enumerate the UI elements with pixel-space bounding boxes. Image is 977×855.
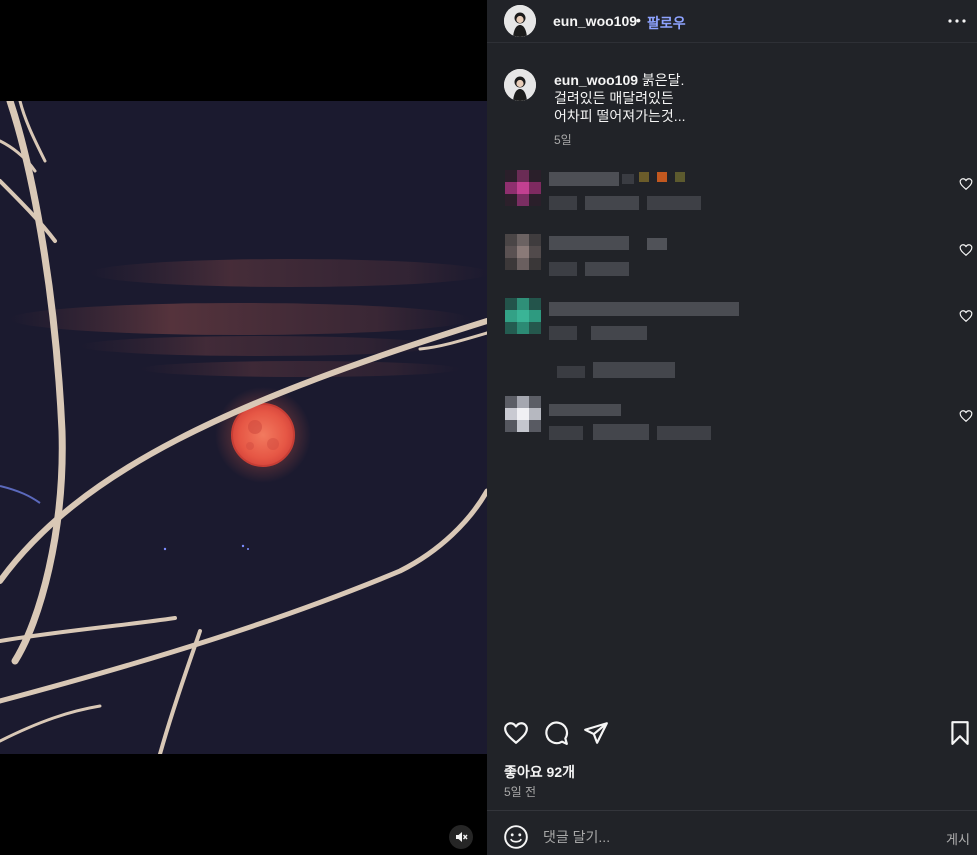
caption-avatar[interactable] xyxy=(504,69,536,101)
post-video[interactable] xyxy=(0,101,487,754)
caption-username[interactable]: eun_woo109 xyxy=(554,72,638,88)
divider xyxy=(487,810,977,811)
comment-text-pixelated xyxy=(549,236,629,250)
avatar[interactable] xyxy=(504,5,536,37)
caption-text-line3: 어차피 떨어져가는것... xyxy=(554,108,686,124)
post-header: eun_woo109 • 팔로우 xyxy=(487,0,977,42)
bookmark-icon[interactable] xyxy=(947,720,973,746)
speaker-muted-icon xyxy=(455,832,468,842)
caption-first-line: eun_woo109 붉은달. xyxy=(554,70,684,90)
post-comment-button[interactable]: 게시 xyxy=(946,829,970,848)
post-date: 5일 전 xyxy=(504,785,537,799)
caption-timestamp: 5일 xyxy=(554,133,572,147)
comment-like-icon[interactable] xyxy=(959,409,973,423)
more-horizontal-icon[interactable] xyxy=(947,13,967,29)
comment-text-pixelated xyxy=(549,404,621,416)
mute-button[interactable] xyxy=(449,825,473,849)
divider xyxy=(487,706,977,707)
follow-button[interactable]: 팔로우 xyxy=(647,13,686,33)
divider xyxy=(487,42,977,43)
comment-text-pixelated xyxy=(549,302,739,316)
caption-text-line2: 걸려있든 매달려있든 xyxy=(554,90,674,106)
comment-input[interactable] xyxy=(543,824,923,850)
comment-like-icon[interactable] xyxy=(959,309,973,323)
post-username[interactable]: eun_woo109 xyxy=(553,13,637,29)
comment-avatar-pixelated xyxy=(505,298,541,334)
like-count[interactable]: 좋아요 92개 xyxy=(504,762,575,782)
separator-dot: • xyxy=(636,12,641,28)
comment-like-icon[interactable] xyxy=(959,177,973,191)
comment-avatar-pixelated xyxy=(505,396,541,432)
caption-text-line1: 붉은달. xyxy=(641,72,685,88)
send-icon[interactable] xyxy=(583,720,609,746)
heart-icon[interactable] xyxy=(503,720,529,746)
emoji-icon[interactable] xyxy=(503,824,529,850)
comment-avatar-pixelated xyxy=(505,170,541,206)
comment-text-pixelated xyxy=(549,172,619,186)
comment-icon[interactable] xyxy=(543,720,569,746)
comment-avatar-pixelated xyxy=(505,234,541,270)
post-media xyxy=(0,0,487,855)
comment-like-icon[interactable] xyxy=(959,243,973,257)
post-detail-panel: eun_woo109 • 팔로우 eun_woo109 붉은달. 걸려있든 매달… xyxy=(487,0,977,855)
